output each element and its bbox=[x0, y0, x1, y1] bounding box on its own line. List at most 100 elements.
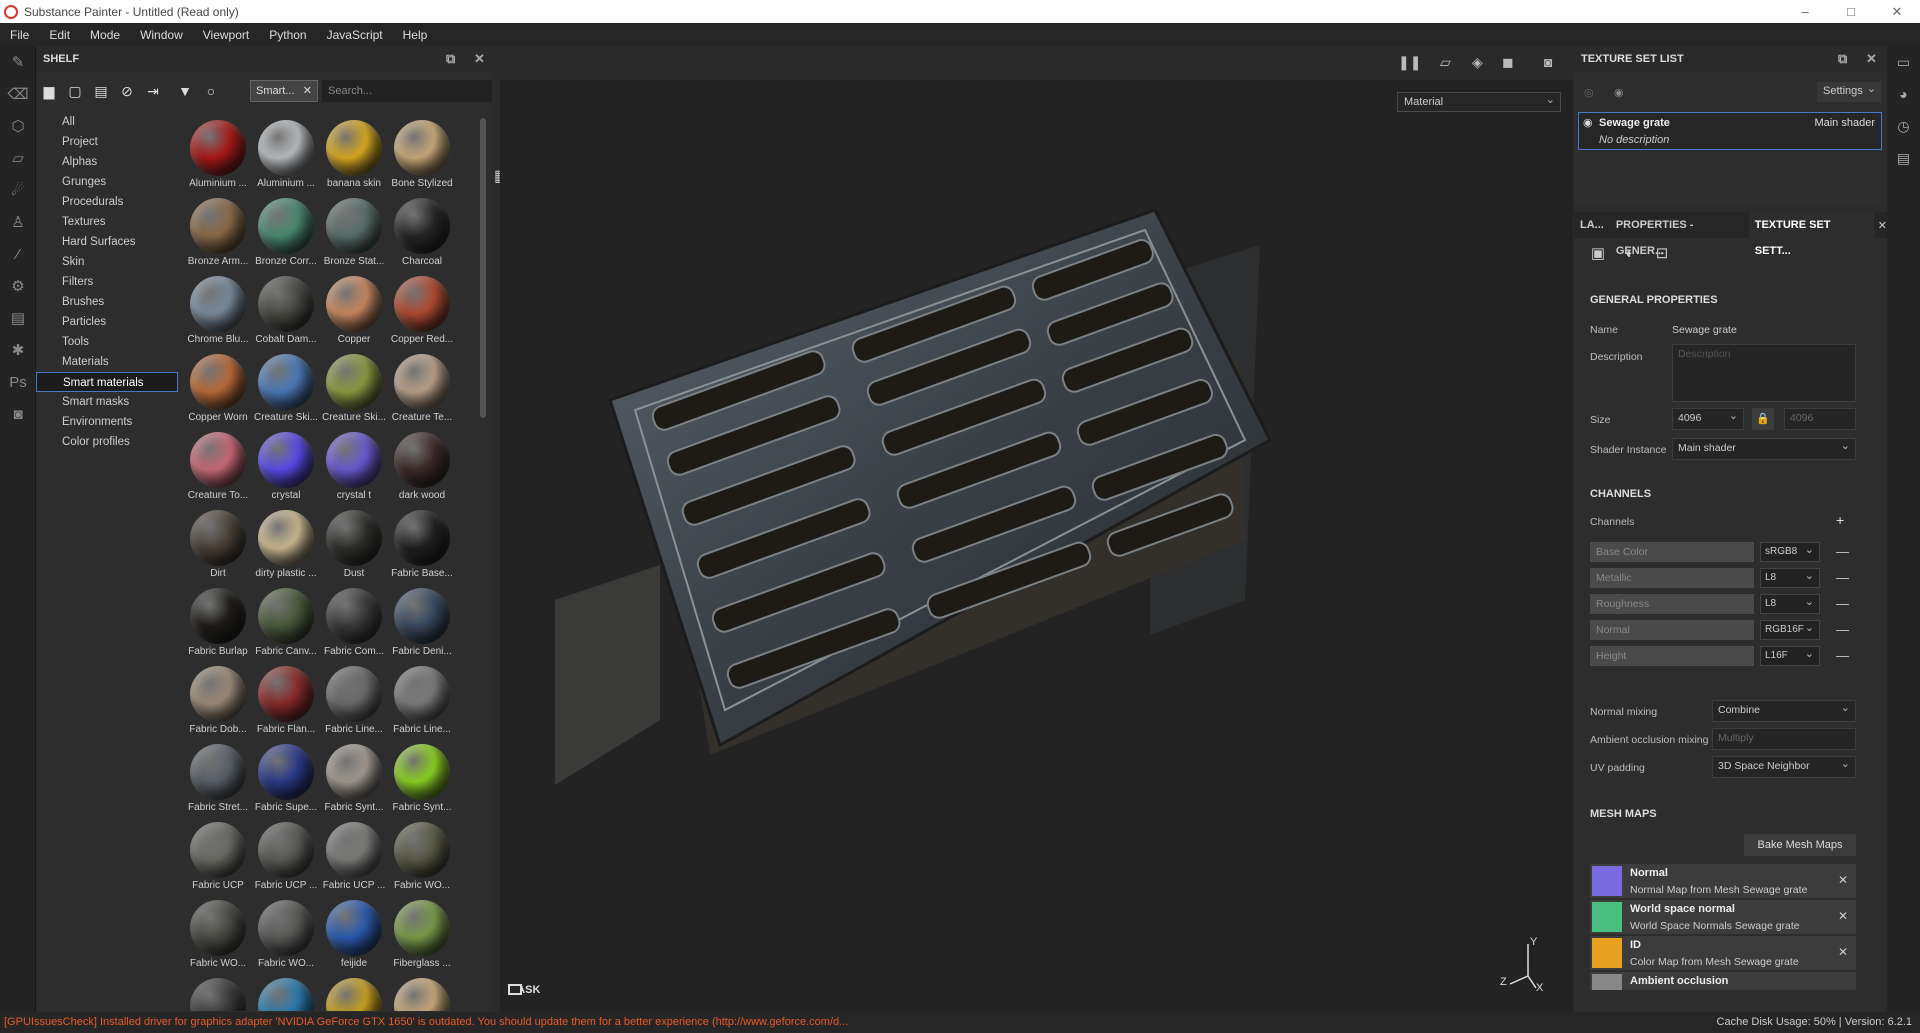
material-thumbnail[interactable]: Copper bbox=[320, 272, 388, 350]
size-select[interactable]: 4096 bbox=[1672, 408, 1744, 430]
material-thumbnail[interactable]: dark wood bbox=[388, 428, 456, 506]
material-thumbnail[interactable]: feijide bbox=[320, 896, 388, 974]
remove-channel-icon[interactable]: — bbox=[1836, 570, 1849, 585]
material-thumbnail[interactable]: Bronze Corr... bbox=[252, 194, 320, 272]
material-thumbnail[interactable]: Fabric Synt... bbox=[388, 740, 456, 818]
category-item[interactable]: Environments bbox=[36, 412, 178, 432]
clone-stamp-icon[interactable]: ♙ bbox=[0, 206, 36, 238]
channel-name[interactable]: Height bbox=[1590, 646, 1754, 666]
add-channel-icon[interactable]: + bbox=[1836, 512, 1844, 528]
display-mode-icon[interactable]: ▱ bbox=[1440, 54, 1451, 71]
material-thumbnail[interactable]: Fabric Synt... bbox=[320, 740, 388, 818]
display-settings-icon[interactable]: ▭ bbox=[1887, 46, 1920, 78]
refresh-icon[interactable]: ○ bbox=[198, 79, 224, 103]
remove-channel-icon[interactable]: — bbox=[1836, 648, 1849, 663]
hide-icon[interactable]: ⊘ bbox=[114, 79, 140, 103]
menu-javascript[interactable]: JavaScript bbox=[317, 28, 393, 42]
visibility-icon[interactable]: ◉ bbox=[1614, 86, 1624, 99]
category-item[interactable]: Hard Surfaces bbox=[36, 232, 178, 252]
material-thumbnail[interactable] bbox=[184, 974, 252, 1011]
tab-properties-general[interactable]: PROPERTIES - GENER... bbox=[1610, 212, 1749, 257]
material-thumbnail[interactable]: Fabric Stret... bbox=[184, 740, 252, 818]
remove-channel-icon[interactable]: — bbox=[1836, 596, 1849, 611]
smudge-icon[interactable]: ☄ bbox=[0, 174, 36, 206]
mask-toggle[interactable]: MASK bbox=[508, 984, 540, 996]
normal-mixing-select[interactable]: Combine bbox=[1712, 700, 1856, 722]
viewport[interactable]: ❚❚ ▱ ◈ ◼ ◙ Material ⌄ MASK Y Z X bbox=[500, 46, 1573, 1012]
shelf-search-input[interactable]: Search... bbox=[322, 80, 492, 102]
category-item[interactable]: Smart materials bbox=[36, 372, 178, 392]
material-thumbnail[interactable]: Fabric Deni... bbox=[388, 584, 456, 662]
shelf-close-icon[interactable]: ✕ bbox=[474, 51, 485, 67]
category-item[interactable]: Grunges bbox=[36, 172, 178, 192]
mask-checkbox[interactable] bbox=[508, 984, 522, 995]
material-thumbnail[interactable]: Fabric Supe... bbox=[252, 740, 320, 818]
folder-icon[interactable]: ▆ bbox=[36, 79, 62, 103]
shelf-scrollbar[interactable] bbox=[480, 118, 486, 418]
cube-view-icon[interactable]: ◈ bbox=[1472, 54, 1483, 71]
export-icon[interactable]: ✱ bbox=[0, 334, 36, 366]
material-thumbnail[interactable]: Fabric Flan... bbox=[252, 662, 320, 740]
category-item[interactable]: Procedurals bbox=[36, 192, 178, 212]
material-thumbnail[interactable]: Fiberglass ... bbox=[388, 896, 456, 974]
material-thumbnail[interactable]: Copper Worn bbox=[184, 350, 252, 428]
library-icon[interactable]: ▤ bbox=[88, 79, 114, 103]
bake-icon[interactable]: ▤ bbox=[0, 302, 36, 334]
uv-icon[interactable]: ⊡ bbox=[1646, 244, 1678, 262]
category-item[interactable]: Particles bbox=[36, 312, 178, 332]
photoshop-icon[interactable]: Ps bbox=[0, 366, 36, 398]
uv-padding-select[interactable]: 3D Space Neighbor bbox=[1712, 756, 1856, 778]
category-item[interactable]: Skin bbox=[36, 252, 178, 272]
material-thumbnail[interactable]: Aluminium ... bbox=[184, 116, 252, 194]
bake-mesh-maps-button[interactable]: Bake Mesh Maps bbox=[1744, 834, 1856, 856]
material-thumbnail[interactable]: Fabric WO... bbox=[388, 818, 456, 896]
category-item[interactable]: Brushes bbox=[36, 292, 178, 312]
tab-texture-set-settings[interactable]: TEXTURE SET SETT... bbox=[1748, 212, 1874, 257]
category-item[interactable]: Project bbox=[36, 132, 178, 152]
screenshot-icon[interactable]: ◙ bbox=[0, 398, 36, 430]
texture-set-row[interactable]: ◉ Sewage grate Main shader No descriptio… bbox=[1578, 112, 1882, 150]
material-thumbnail[interactable]: Fabric Line... bbox=[320, 662, 388, 740]
history-icon[interactable]: ◷ bbox=[1887, 110, 1920, 142]
remove-mesh-map-icon[interactable]: ✕ bbox=[1838, 909, 1848, 923]
material-thumbnail[interactable]: Fabric WO... bbox=[252, 896, 320, 974]
remove-mesh-map-icon[interactable]: ✕ bbox=[1838, 873, 1848, 887]
import-icon[interactable]: ⇥ bbox=[140, 79, 166, 103]
material-thumbnail[interactable]: Fabric Burlap bbox=[184, 584, 252, 662]
remove-channel-icon[interactable]: — bbox=[1836, 622, 1849, 637]
shader-instance-select[interactable]: Main shader bbox=[1672, 438, 1856, 460]
material-thumbnail[interactable] bbox=[320, 974, 388, 1011]
name-value[interactable]: Sewage grate bbox=[1672, 324, 1737, 336]
material-thumbnail[interactable]: Bronze Arm... bbox=[184, 194, 252, 272]
props-close-icon[interactable]: ✕ bbox=[1878, 219, 1887, 232]
lock-icon[interactable]: 🔒 bbox=[1752, 408, 1774, 430]
material-thumbnail[interactable]: Copper Red... bbox=[388, 272, 456, 350]
material-thumbnail[interactable]: Fabric Com... bbox=[320, 584, 388, 662]
mesh-map-item[interactable]: ID Color Map from Mesh Sewage grate ✕ bbox=[1590, 936, 1856, 970]
gpu-warning-text[interactable]: [GPUIssuesCheck] Installed driver for gr… bbox=[4, 1012, 848, 1033]
eraser-icon[interactable]: ⌫ bbox=[0, 78, 36, 110]
material-thumbnail[interactable]: Fabric Base... bbox=[388, 506, 456, 584]
material-thumbnail[interactable]: dirty plastic ... bbox=[252, 506, 320, 584]
visibility-off-icon[interactable]: ◎ bbox=[1584, 86, 1594, 99]
material-thumbnail[interactable]: crystal bbox=[252, 428, 320, 506]
filter-chip-close-icon[interactable]: ✕ bbox=[303, 84, 312, 97]
remove-channel-icon[interactable]: — bbox=[1836, 544, 1849, 559]
channel-format-select[interactable]: RGB16F bbox=[1760, 620, 1820, 640]
remove-mesh-map-icon[interactable]: ✕ bbox=[1838, 945, 1848, 959]
category-item[interactable]: Alphas bbox=[36, 152, 178, 172]
category-item[interactable]: Materials bbox=[36, 352, 178, 372]
material-thumbnail[interactable]: crystal t bbox=[320, 428, 388, 506]
log-icon[interactable]: ▤ bbox=[1887, 142, 1920, 174]
tsl-close-icon[interactable]: ✕ bbox=[1866, 51, 1877, 67]
menu-edit[interactable]: Edit bbox=[39, 28, 80, 42]
material-icon[interactable]: ◐ bbox=[1614, 245, 1646, 262]
material-thumbnail[interactable]: Aluminium ... bbox=[252, 116, 320, 194]
filter-chip[interactable]: Smart... ✕ bbox=[250, 80, 318, 102]
material-thumbnail[interactable] bbox=[252, 974, 320, 1011]
category-item[interactable]: Textures bbox=[36, 212, 178, 232]
new-item-icon[interactable]: ▢ bbox=[62, 79, 88, 103]
paint-brush-icon[interactable]: ✎ bbox=[0, 46, 36, 78]
mesh-map-item[interactable]: Ambient occlusion bbox=[1590, 972, 1856, 990]
material-thumbnail[interactable]: Fabric UCP ... bbox=[252, 818, 320, 896]
